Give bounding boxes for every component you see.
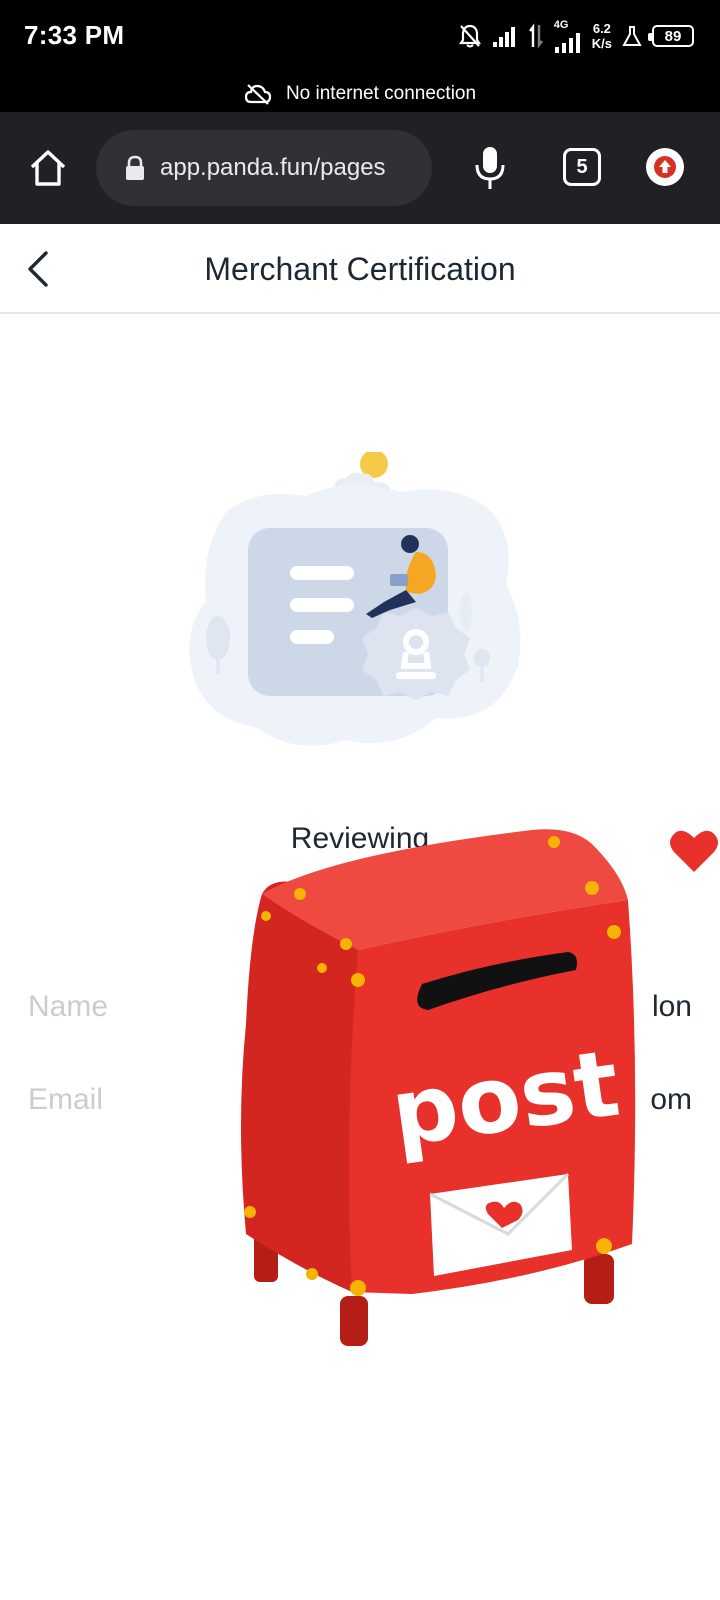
battery-indicator: 89	[648, 25, 694, 47]
cloud-off-icon	[244, 83, 272, 105]
no-internet-banner: No internet connection	[0, 76, 720, 112]
lab-flask-icon	[622, 25, 642, 47]
postbox-sticker[interactable]: post	[232, 824, 652, 1354]
update-arrow-icon	[654, 156, 676, 178]
network-speed-unit: K/s	[591, 36, 612, 51]
page-title: Merchant Certification	[204, 251, 516, 287]
update-button[interactable]	[646, 148, 684, 186]
status-time: 7:33 PM	[24, 20, 125, 50]
email-label: Email	[28, 1083, 104, 1116]
voice-search-button[interactable]	[470, 145, 510, 191]
data-transfer-icon	[528, 23, 544, 49]
name-value: lon	[651, 990, 692, 1023]
home-icon	[30, 150, 66, 186]
signal-strength-icon	[492, 25, 518, 47]
signal-4g-icon: 4G	[553, 19, 582, 53]
home-button[interactable]	[26, 146, 70, 190]
url-text: app.panda.fun/pages	[160, 154, 386, 181]
email-value: om	[650, 1083, 692, 1116]
network-speed: 6.2 K/s	[592, 21, 612, 51]
status-bar: 7:33 PM 4G 6.2 K/s 89	[0, 0, 720, 76]
network-speed-value: 6.2	[592, 21, 611, 36]
notifications-muted-icon	[458, 23, 482, 49]
microphone-icon	[475, 147, 505, 189]
status-icons: 4G 6.2 K/s 89	[458, 18, 694, 54]
heart-sticker	[668, 826, 720, 874]
name-label: Name	[28, 990, 109, 1023]
address-bar[interactable]: app.panda.fun/pages	[96, 130, 432, 206]
lock-icon	[126, 155, 144, 180]
tab-switcher-button[interactable]: 5	[563, 148, 601, 186]
no-internet-text: No internet connection	[285, 83, 477, 104]
app-header: Merchant Certification	[0, 224, 720, 314]
network-type-label: 4G	[553, 19, 569, 31]
reviewing-illustration	[186, 450, 532, 762]
browser-toolbar: app.panda.fun/pages 5	[0, 112, 720, 224]
